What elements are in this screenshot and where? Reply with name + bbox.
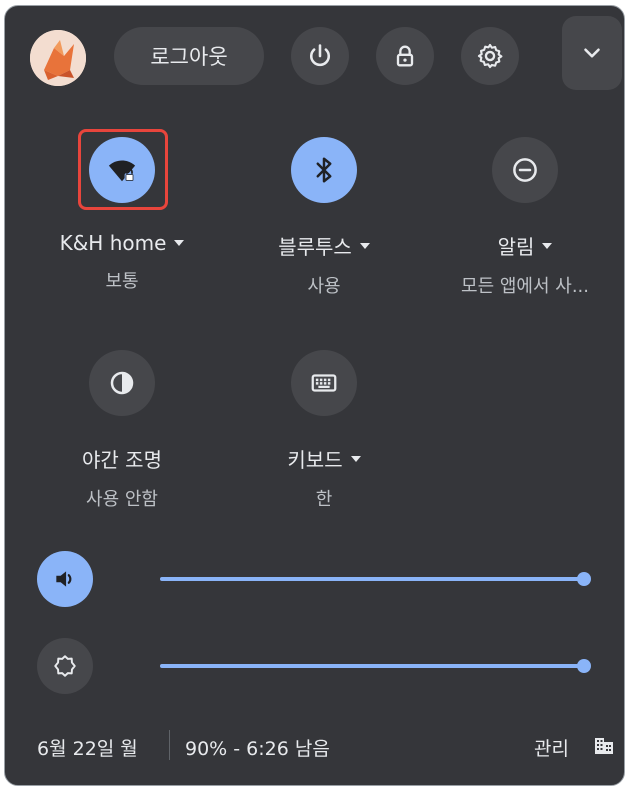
date-label[interactable]: 6월 22일 월 bbox=[37, 734, 138, 761]
tile-notifications[interactable]: 알림 모든 앱에서 사... bbox=[425, 137, 625, 298]
footer-divider bbox=[169, 730, 170, 760]
battery-status[interactable]: 90% - 6:26 남음 bbox=[185, 734, 330, 761]
power-icon bbox=[309, 44, 331, 67]
tile-keyboard-label: 키보드 bbox=[287, 448, 343, 472]
enterprise-building-icon[interactable] bbox=[592, 734, 616, 758]
tile-notifications-label: 알림 bbox=[497, 235, 535, 259]
brightness-button bbox=[37, 638, 93, 694]
tile-bluetooth-status: 사용 bbox=[307, 276, 341, 297]
caret-down-icon[interactable] bbox=[359, 242, 370, 249]
tile-night-light-label: 야간 조명 bbox=[82, 448, 162, 472]
tile-bluetooth[interactable]: 블루투스 사용 bbox=[224, 137, 424, 298]
volume-slider[interactable] bbox=[160, 572, 591, 586]
volume-slider-thumb[interactable] bbox=[577, 572, 591, 586]
caret-down-icon[interactable] bbox=[350, 455, 361, 462]
brightness-icon bbox=[54, 655, 76, 677]
volume-icon bbox=[56, 571, 72, 587]
gear-icon bbox=[477, 43, 503, 69]
tile-keyboard-status: 한 bbox=[315, 489, 333, 510]
power-button[interactable] bbox=[291, 27, 349, 85]
highlight-box bbox=[78, 129, 168, 210]
brightness-slider[interactable] bbox=[160, 659, 591, 673]
tile-night-light[interactable]: 야간 조명 사용 안함 bbox=[22, 350, 222, 511]
chevron-down-icon bbox=[584, 48, 600, 58]
volume-mute-button[interactable] bbox=[37, 551, 93, 607]
tile-night-light-status: 사용 안함 bbox=[86, 489, 158, 510]
tile-keyboard[interactable]: 키보드 한 bbox=[224, 350, 424, 511]
sign-out-button[interactable]: 로그아웃 bbox=[114, 27, 264, 85]
tile-network-status: 보통 bbox=[105, 271, 139, 292]
managed-label[interactable]: 관리 bbox=[534, 734, 569, 761]
do-not-disturb-icon bbox=[513, 158, 537, 182]
bluetooth-toggle[interactable] bbox=[291, 137, 357, 203]
caret-down-icon[interactable] bbox=[542, 242, 553, 249]
caret-down-icon[interactable] bbox=[174, 240, 185, 246]
keyboard-toggle[interactable] bbox=[291, 350, 357, 416]
brightness-slider-thumb[interactable] bbox=[577, 659, 591, 673]
collapse-button[interactable] bbox=[562, 16, 622, 90]
tile-notifications-status: 모든 앱에서 사... bbox=[461, 276, 589, 297]
settings-button[interactable] bbox=[461, 27, 519, 85]
night-light-toggle[interactable] bbox=[89, 350, 155, 416]
avatar[interactable] bbox=[30, 30, 86, 86]
tile-network-label: K&H home bbox=[59, 231, 167, 255]
bluetooth-icon bbox=[316, 157, 332, 183]
lock-icon bbox=[396, 45, 414, 67]
tile-bluetooth-label: 블루투스 bbox=[278, 235, 352, 259]
night-light-icon bbox=[110, 371, 134, 395]
notifications-toggle[interactable] bbox=[492, 137, 558, 203]
keyboard-icon bbox=[311, 374, 337, 392]
lock-button[interactable] bbox=[376, 27, 434, 85]
